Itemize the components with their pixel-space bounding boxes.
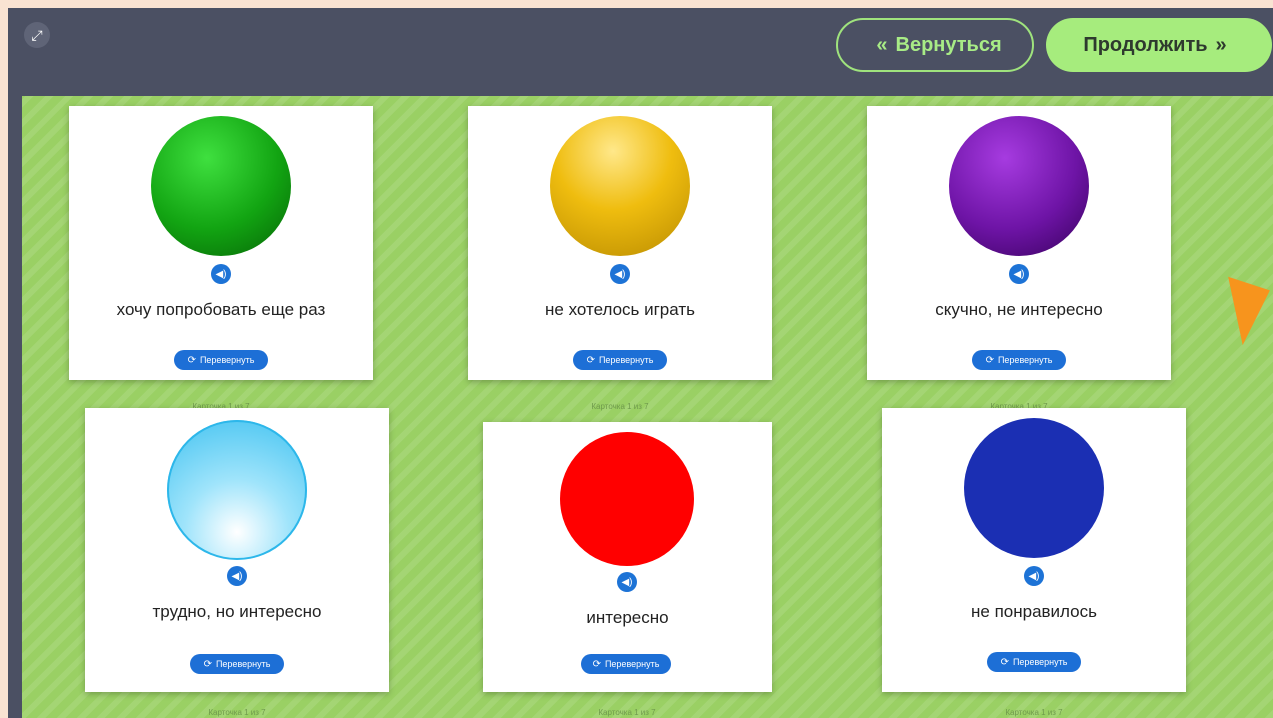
continue-button-label: Продолжить	[1083, 33, 1208, 56]
card-caption: не хотелось играть	[545, 300, 695, 319]
speaker-icon[interactable]: ◀)	[610, 264, 630, 284]
flip-button-label: Перевернуть	[1012, 657, 1068, 667]
speaker-icon[interactable]: ◀)	[1024, 566, 1044, 586]
refresh-icon: ⟳	[187, 354, 196, 366]
double-chevron-left-icon: «	[876, 33, 888, 56]
card-red[interactable]: ◀) интересно ⟳ Перевернуть	[483, 422, 772, 692]
refresh-icon: ⟳	[985, 354, 994, 366]
flip-button-label: Перевернуть	[598, 355, 654, 365]
card-caption: хочу попробовать еще раз	[116, 300, 326, 319]
flip-button-label: Перевернуть	[604, 659, 660, 669]
card-counter: Карточка 1 из 7	[1005, 708, 1063, 717]
expand-icon: ⤢	[31, 27, 43, 43]
card-dark-blue[interactable]: ◀) не понравилось ⟳ Перевернуть	[882, 408, 1186, 692]
refresh-icon: ⟳	[203, 658, 212, 670]
refresh-icon: ⟳	[1000, 656, 1009, 668]
card-purple[interactable]: ◀) скучно, не интересно ⟳ Перевернуть	[867, 106, 1171, 380]
flip-button-label: Перевернуть	[199, 355, 255, 365]
card-green[interactable]: ◀) хочу попробовать еще раз ⟳ Перевернут…	[69, 106, 373, 380]
yellow-circle	[550, 116, 690, 256]
top-bar: ⤢ « Вернуться Продолжить »	[8, 8, 1273, 96]
speaker-icon[interactable]: ◀)	[211, 264, 231, 284]
fullscreen-button[interactable]: ⤢	[24, 22, 50, 48]
dark-blue-circle	[964, 418, 1104, 558]
purple-circle	[949, 116, 1089, 256]
card-caption: трудно, но интересно	[152, 602, 322, 621]
flip-button-label: Перевернуть	[215, 659, 271, 669]
flip-button[interactable]: ⟳ Перевернуть	[581, 654, 671, 674]
double-chevron-right-icon: »	[1215, 33, 1227, 56]
light-blue-circle	[167, 420, 307, 560]
speaker-icon[interactable]: ◀)	[617, 572, 637, 592]
card-counter: Карточка 1 из 7	[598, 708, 656, 717]
card-light-blue[interactable]: ◀) трудно, но интересно ⟳ Перевернуть	[85, 408, 389, 692]
cards-board: ◀) хочу попробовать еще раз ⟳ Перевернут…	[22, 96, 1273, 718]
card-caption: интересно	[586, 608, 669, 627]
card-counter: Карточка 1 из 7	[591, 402, 649, 411]
card-counter: Карточка 1 из 7	[208, 708, 266, 717]
speaker-icon[interactable]: ◀)	[227, 566, 247, 586]
speaker-icon[interactable]: ◀)	[1009, 264, 1029, 284]
app-window: ⤢ « Вернуться Продолжить » ◀) хочу попро…	[8, 8, 1273, 718]
green-circle	[151, 116, 291, 256]
card-caption: не понравилось	[971, 602, 1097, 621]
red-circle	[560, 432, 694, 566]
back-button-label: Вернуться	[895, 33, 1002, 56]
flip-button[interactable]: ⟳ Перевернуть	[972, 350, 1066, 370]
continue-button[interactable]: Продолжить »	[1046, 18, 1272, 72]
back-button[interactable]: « Вернуться	[836, 18, 1034, 72]
flip-button[interactable]: ⟳ Перевернуть	[573, 350, 667, 370]
card-yellow[interactable]: ◀) не хотелось играть ⟳ Перевернуть	[468, 106, 772, 380]
refresh-icon: ⟳	[586, 354, 595, 366]
flip-button[interactable]: ⟳ Перевернуть	[174, 350, 268, 370]
flip-button[interactable]: ⟳ Перевернуть	[190, 654, 284, 674]
flip-button[interactable]: ⟳ Перевернуть	[987, 652, 1081, 672]
card-caption: скучно, не интересно	[935, 300, 1103, 319]
flip-button-label: Перевернуть	[997, 355, 1053, 365]
refresh-icon: ⟳	[592, 658, 601, 670]
